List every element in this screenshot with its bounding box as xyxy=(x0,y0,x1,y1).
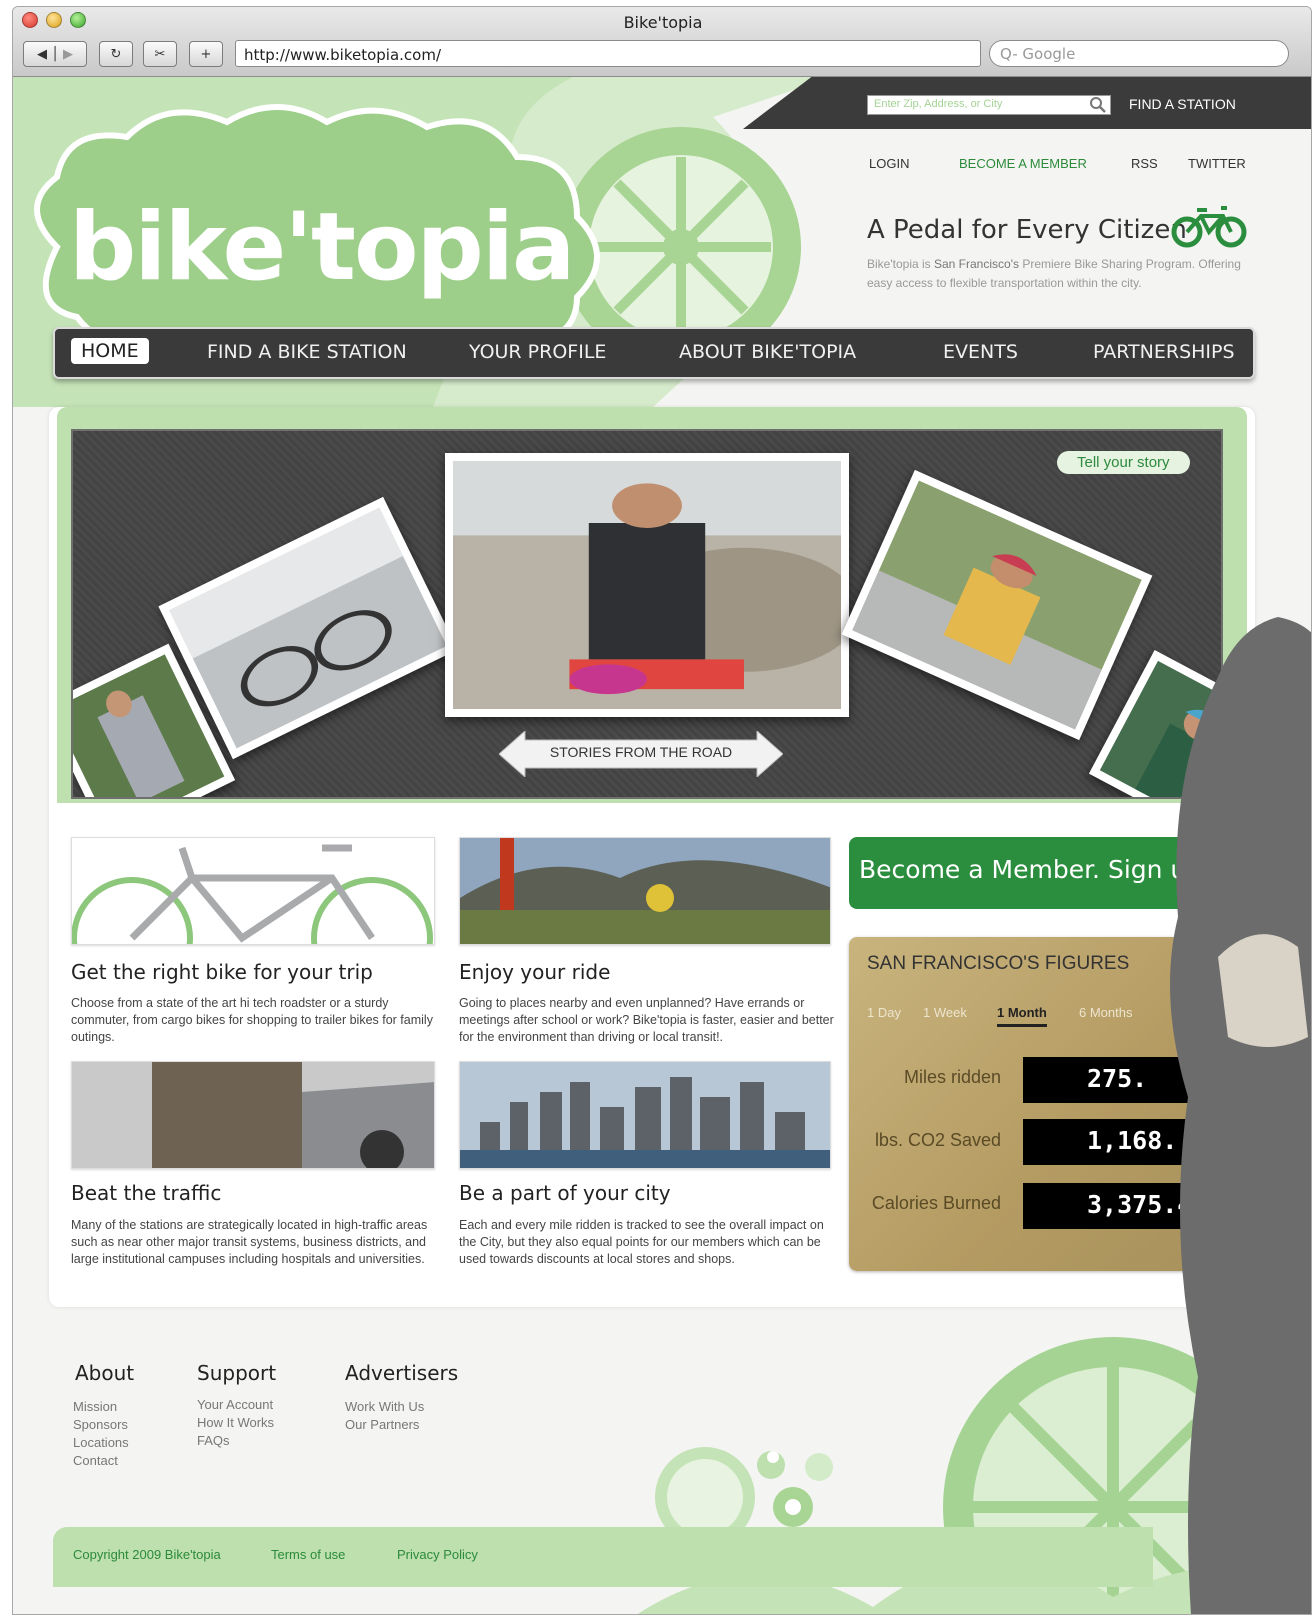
feature-image-traffic xyxy=(71,1061,435,1169)
copyright-text: Copyright 2009 Bike'topia xyxy=(73,1547,221,1562)
nav-events[interactable]: EVENTS xyxy=(943,341,1018,363)
footer-link-locations[interactable]: Locations xyxy=(73,1435,129,1450)
story-photo-3[interactable] xyxy=(841,469,1153,741)
footer-link-sponsors[interactable]: Sponsors xyxy=(73,1417,128,1432)
city-skyline-image xyxy=(460,1062,830,1168)
description-city: San Francisco's xyxy=(934,257,1019,271)
url-bar[interactable]: http://www.biketopia.com/ xyxy=(235,40,981,67)
page-content: bike'topia Enter Zip, Address, or City F… xyxy=(13,77,1311,1614)
become-member-link[interactable]: BECOME A MEMBER xyxy=(959,156,1087,171)
plus-icon: + xyxy=(200,46,212,62)
feature-title-ride: Enjoy your ride xyxy=(459,960,611,984)
find-station-button[interactable]: FIND A STATION xyxy=(1129,96,1236,112)
cyclist-in-traffic-image xyxy=(72,1062,434,1168)
search-icon[interactable] xyxy=(1089,96,1107,114)
bikes-on-train-image xyxy=(169,507,447,749)
person-silhouette-overlay xyxy=(1170,617,1311,1614)
footer-heading-advertisers: Advertisers xyxy=(345,1361,459,1385)
tell-story-button[interactable]: Tell your story xyxy=(1057,451,1190,474)
miles-ridden-label: Miles ridden xyxy=(903,1067,1001,1087)
footer-link-faqs[interactable]: FAQs xyxy=(197,1433,230,1448)
scissors-icon: ✂ xyxy=(154,46,166,62)
figures-tab-6-months[interactable]: 6 Months xyxy=(1079,1005,1132,1020)
story-photo-featured[interactable] xyxy=(445,453,861,717)
site-description: Bike'topia is San Francisco's Premiere B… xyxy=(867,255,1257,293)
nav-your-profile[interactable]: YOUR PROFILE xyxy=(469,341,606,363)
feature-text-bike: Choose from a state of the art hi tech r… xyxy=(71,996,433,1044)
feature-image-ride xyxy=(459,837,831,945)
nav-partnerships[interactable]: PARTNERSHIPS xyxy=(1093,341,1235,363)
footer-heading-support: Support xyxy=(197,1361,277,1385)
stories-caption: STORIES FROM THE ROAD xyxy=(549,744,733,760)
footer-heading-about: About xyxy=(75,1361,135,1385)
figures-title: SAN FRANCISCO'S FIGURES xyxy=(867,953,1130,974)
co2-saved-label: lbs. CO2 Saved xyxy=(874,1130,1001,1150)
browser-toolbar: Bike'topia ◀ │ ▶ ↻ ✂ + http://www.biketo… xyxy=(13,7,1311,77)
back-forward-buttons[interactable]: ◀ │ ▶ xyxy=(23,41,87,67)
main-navigation: HOME FIND A BIKE STATION YOUR PROFILE AB… xyxy=(53,327,1255,379)
figures-tab-1-week[interactable]: 1 Week xyxy=(923,1005,967,1020)
woman-riding-bike-image xyxy=(453,461,861,709)
forward-arrow-icon[interactable]: ▶ xyxy=(63,47,73,62)
golden-gate-ride-image xyxy=(460,838,830,944)
footer-link-your-account[interactable]: Your Account xyxy=(197,1397,273,1412)
new-tab-button[interactable]: + xyxy=(189,41,223,67)
figures-tab-1-day[interactable]: 1 Day xyxy=(867,1005,901,1020)
description-text-start: Bike'topia is xyxy=(867,257,934,271)
footer-link-how-it-works[interactable]: How It Works xyxy=(197,1415,274,1430)
footer-link-contact[interactable]: Contact xyxy=(73,1453,118,1468)
feature-image-city xyxy=(459,1061,831,1169)
nav-find-bike-station[interactable]: FIND A BIKE STATION xyxy=(207,341,407,363)
browser-window: Bike'topia ◀ │ ▶ ↻ ✂ + http://www.biketo… xyxy=(12,6,1312,1615)
feature-text-traffic: Many of the stations are strategically l… xyxy=(71,1218,428,1266)
bike-image xyxy=(72,838,434,944)
window-title: Bike'topia xyxy=(623,13,703,32)
biketopia-logo[interactable]: bike'topia xyxy=(69,193,575,302)
feature-title-traffic: Beat the traffic xyxy=(71,1181,222,1205)
feature-image-bike xyxy=(71,837,435,945)
feature-text-city: Each and every mile ridden is tracked to… xyxy=(459,1218,824,1266)
figures-tab-1-month[interactable]: 1 Month xyxy=(997,1005,1047,1027)
feature-text-ride: Going to places nearby and even unplanne… xyxy=(459,996,834,1044)
nav-home[interactable]: HOME xyxy=(71,338,149,364)
woman-with-helmet-image xyxy=(852,480,1142,730)
privacy-policy-link[interactable]: Privacy Policy xyxy=(397,1547,478,1562)
feature-title-city: Be a part of your city xyxy=(459,1181,671,1205)
reload-icon: ↻ xyxy=(110,46,122,62)
login-link[interactable]: LOGIN xyxy=(869,156,909,171)
terms-of-use-link[interactable]: Terms of use xyxy=(271,1547,345,1562)
footer-link-work-with-us[interactable]: Work With Us xyxy=(345,1399,424,1414)
stories-slider: Tell your story STORIES FROM THE ROAD xyxy=(71,429,1223,799)
bookmark-button[interactable]: ✂ xyxy=(143,41,177,67)
footer-link-mission[interactable]: Mission xyxy=(73,1399,117,1414)
browser-search-field[interactable]: Q- Google xyxy=(989,40,1289,67)
twitter-link[interactable]: TWITTER xyxy=(1188,156,1246,171)
nav-about-biketopia[interactable]: ABOUT BIKE'TOPIA xyxy=(679,341,856,363)
back-arrow-icon[interactable]: ◀ xyxy=(37,47,47,62)
rss-link[interactable]: RSS xyxy=(1131,156,1158,171)
footer-link-our-partners[interactable]: Our Partners xyxy=(345,1417,419,1432)
calories-burned-label: Calories Burned xyxy=(871,1193,1001,1213)
zip-search-input[interactable]: Enter Zip, Address, or City xyxy=(867,95,1111,115)
tagline: A Pedal for Every Citizen xyxy=(867,215,1187,245)
bicycle-icon xyxy=(1171,206,1247,248)
reload-button[interactable]: ↻ xyxy=(99,41,133,67)
feature-title-bike: Get the right bike for your trip xyxy=(71,960,373,984)
